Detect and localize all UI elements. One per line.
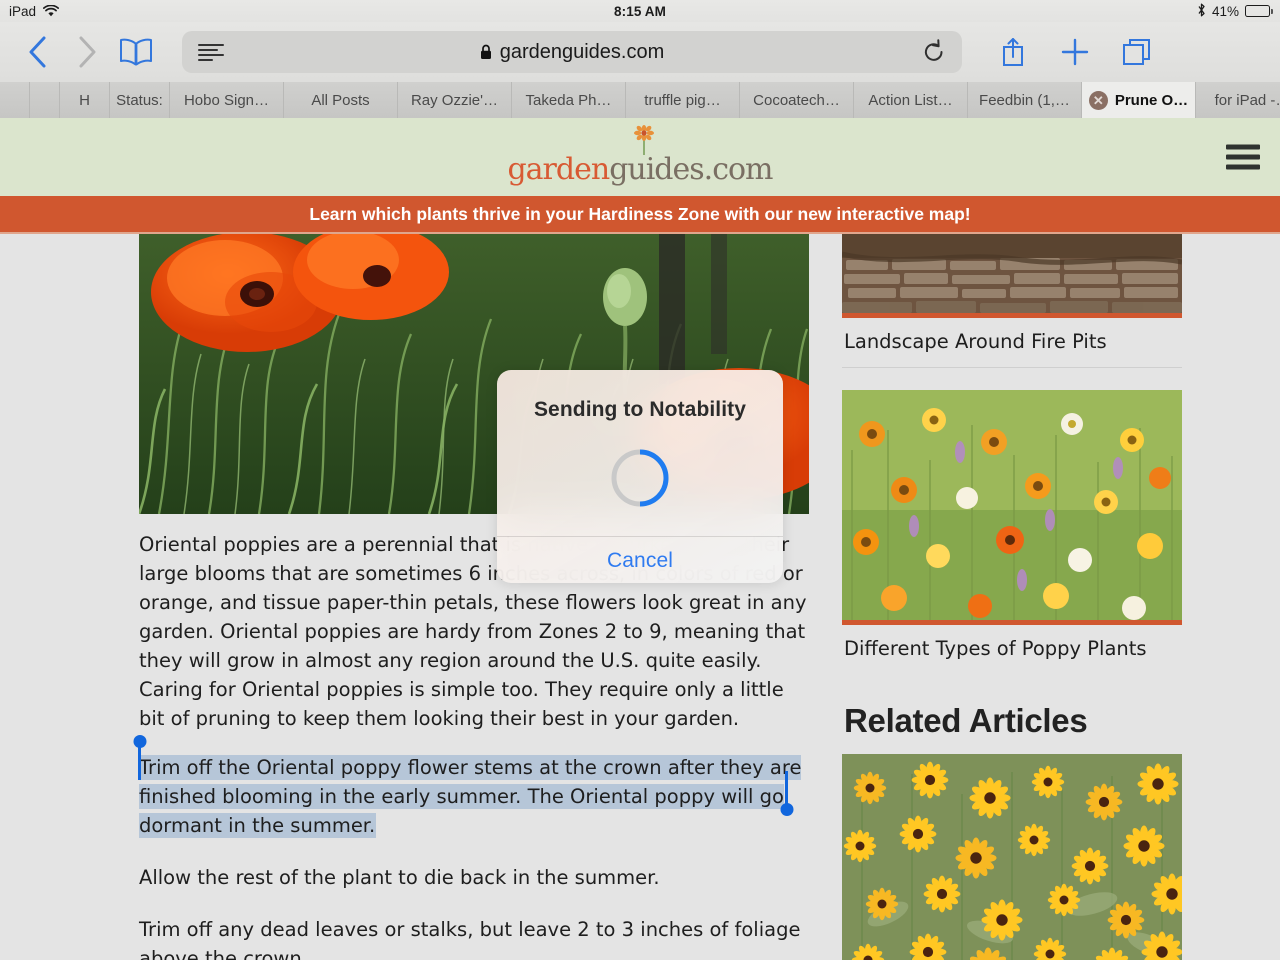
logo-text-garden: garden <box>507 152 610 187</box>
logo-text-guides: guides.com <box>609 152 773 187</box>
cancel-button[interactable]: Cancel <box>607 549 673 573</box>
tab-label: All Posts <box>311 91 370 109</box>
article-paragraph-3: Allow the rest of the plant to die back … <box>139 866 660 889</box>
flower-icon <box>632 125 656 155</box>
modal-title: Sending to Notability <box>533 398 747 421</box>
bookmarks-button[interactable] <box>110 30 162 74</box>
related-image-black-eyed-susans <box>842 754 1182 960</box>
browser-tab[interactable]: Cocoatech… <box>740 82 854 118</box>
tab-label: for iPad -… <box>1214 91 1280 109</box>
tab-label: H <box>79 91 90 109</box>
browser-tab[interactable] <box>30 82 60 118</box>
site-logo[interactable]: garden guides.com <box>507 125 774 187</box>
tab-label: Cocoatech… <box>753 91 840 109</box>
tab-label: Action List… <box>868 91 953 109</box>
browser-tab[interactable]: Takeda Ph… <box>512 82 626 118</box>
site-header: garden guides.com <box>0 118 1280 196</box>
share-button[interactable] <box>982 30 1044 74</box>
article-paragraph-4: Trim off any dead leaves or stalks, but … <box>139 918 801 960</box>
forward-button[interactable] <box>62 30 110 74</box>
tab-label: Status: <box>116 91 163 109</box>
sidebar-image-wildflower-meadow <box>842 390 1182 625</box>
url-text: gardenguides.com <box>499 40 665 63</box>
modal-divider <box>497 536 783 537</box>
browser-tab[interactable]: Action List… <box>854 82 968 118</box>
browser-tab[interactable]: Status: <box>110 82 170 118</box>
promo-banner-text: Learn which plants thrive in your Hardin… <box>309 203 971 224</box>
ipad-safari-screen: iPad 8:15 AM 41% gardenguides.com H Stat… <box>0 0 1280 960</box>
promo-banner[interactable]: Learn which plants thrive in your Hardin… <box>0 196 1280 234</box>
battery-icon <box>1245 5 1273 17</box>
tab-label: Feedbin (1,… <box>979 91 1070 109</box>
bluetooth-icon <box>1197 3 1206 20</box>
browser-tab[interactable]: Feedbin (1,… <box>968 82 1082 118</box>
browser-tab[interactable] <box>0 82 30 118</box>
clock: 8:15 AM <box>614 3 666 19</box>
tab-label: truffle pig… <box>644 91 721 109</box>
sidebar-card-title[interactable]: Landscape Around Fire Pits <box>842 318 1182 368</box>
article-column: Oriental poppies are a perennial that is… <box>133 234 809 960</box>
sidebar-card-title[interactable]: Different Types of Poppy Plants <box>842 625 1182 674</box>
browser-tab[interactable]: H <box>60 82 110 118</box>
back-button[interactable] <box>14 30 62 74</box>
show-tabs-button[interactable] <box>1106 30 1168 74</box>
loading-spinner-icon <box>609 447 671 514</box>
sidebar-card-fire-pits[interactable]: Landscape Around Fire Pits <box>842 234 1182 368</box>
tab-bar[interactable]: H Status: Hobo Sign… All Posts Ray Ozzie'… Ta… <box>0 82 1280 118</box>
address-bar[interactable]: gardenguides.com <box>182 31 962 73</box>
browser-tab[interactable]: truffle pig… <box>626 82 740 118</box>
lock-icon <box>480 44 492 60</box>
close-circle-icon[interactable]: ✕ <box>1088 90 1108 110</box>
tab-label: Prune O… <box>1114 91 1189 109</box>
selection-handle-start[interactable] <box>133 735 146 780</box>
sidebar-image-stone-wall <box>842 234 1182 318</box>
tab-label: Ray Ozzie'… <box>410 91 499 109</box>
hamburger-menu-icon[interactable] <box>1226 144 1260 170</box>
sending-modal: Sending to Notability Cancel <box>497 370 783 583</box>
browser-tab-active[interactable]: ✕ Prune O… <box>1082 82 1196 118</box>
related-articles-heading: Related Articles <box>844 702 1088 739</box>
ios-status-bar: iPad 8:15 AM 41% <box>0 0 1280 22</box>
article-paragraph-2-selected[interactable]: Trim off the Oriental poppy flower stems… <box>133 735 809 840</box>
selection-handle-end[interactable] <box>780 771 793 816</box>
browser-tab[interactable]: Ray Ozzie'… <box>398 82 512 118</box>
sidebar-column: Landscape Around Fire Pits Different Typ… <box>842 234 1182 960</box>
new-tab-button[interactable] <box>1044 30 1106 74</box>
tab-label: Hobo Sign… <box>183 91 270 109</box>
browser-toolbar: gardenguides.com <box>0 22 1280 82</box>
browser-tab[interactable]: Hobo Sign… <box>170 82 284 118</box>
related-card-black-eyed-susans[interactable] <box>842 754 1182 960</box>
battery-percent: 41% <box>1211 3 1239 19</box>
browser-tab[interactable]: All Posts <box>284 82 398 118</box>
sidebar-card-poppy-types[interactable]: Different Types of Poppy Plants <box>842 390 1182 674</box>
address-bar-content: gardenguides.com <box>182 41 962 64</box>
browser-tab[interactable]: for iPad -… <box>1196 82 1280 118</box>
selected-text: Trim off the Oriental poppy flower stems… <box>139 756 802 837</box>
tab-label: Takeda Ph… <box>525 91 612 109</box>
